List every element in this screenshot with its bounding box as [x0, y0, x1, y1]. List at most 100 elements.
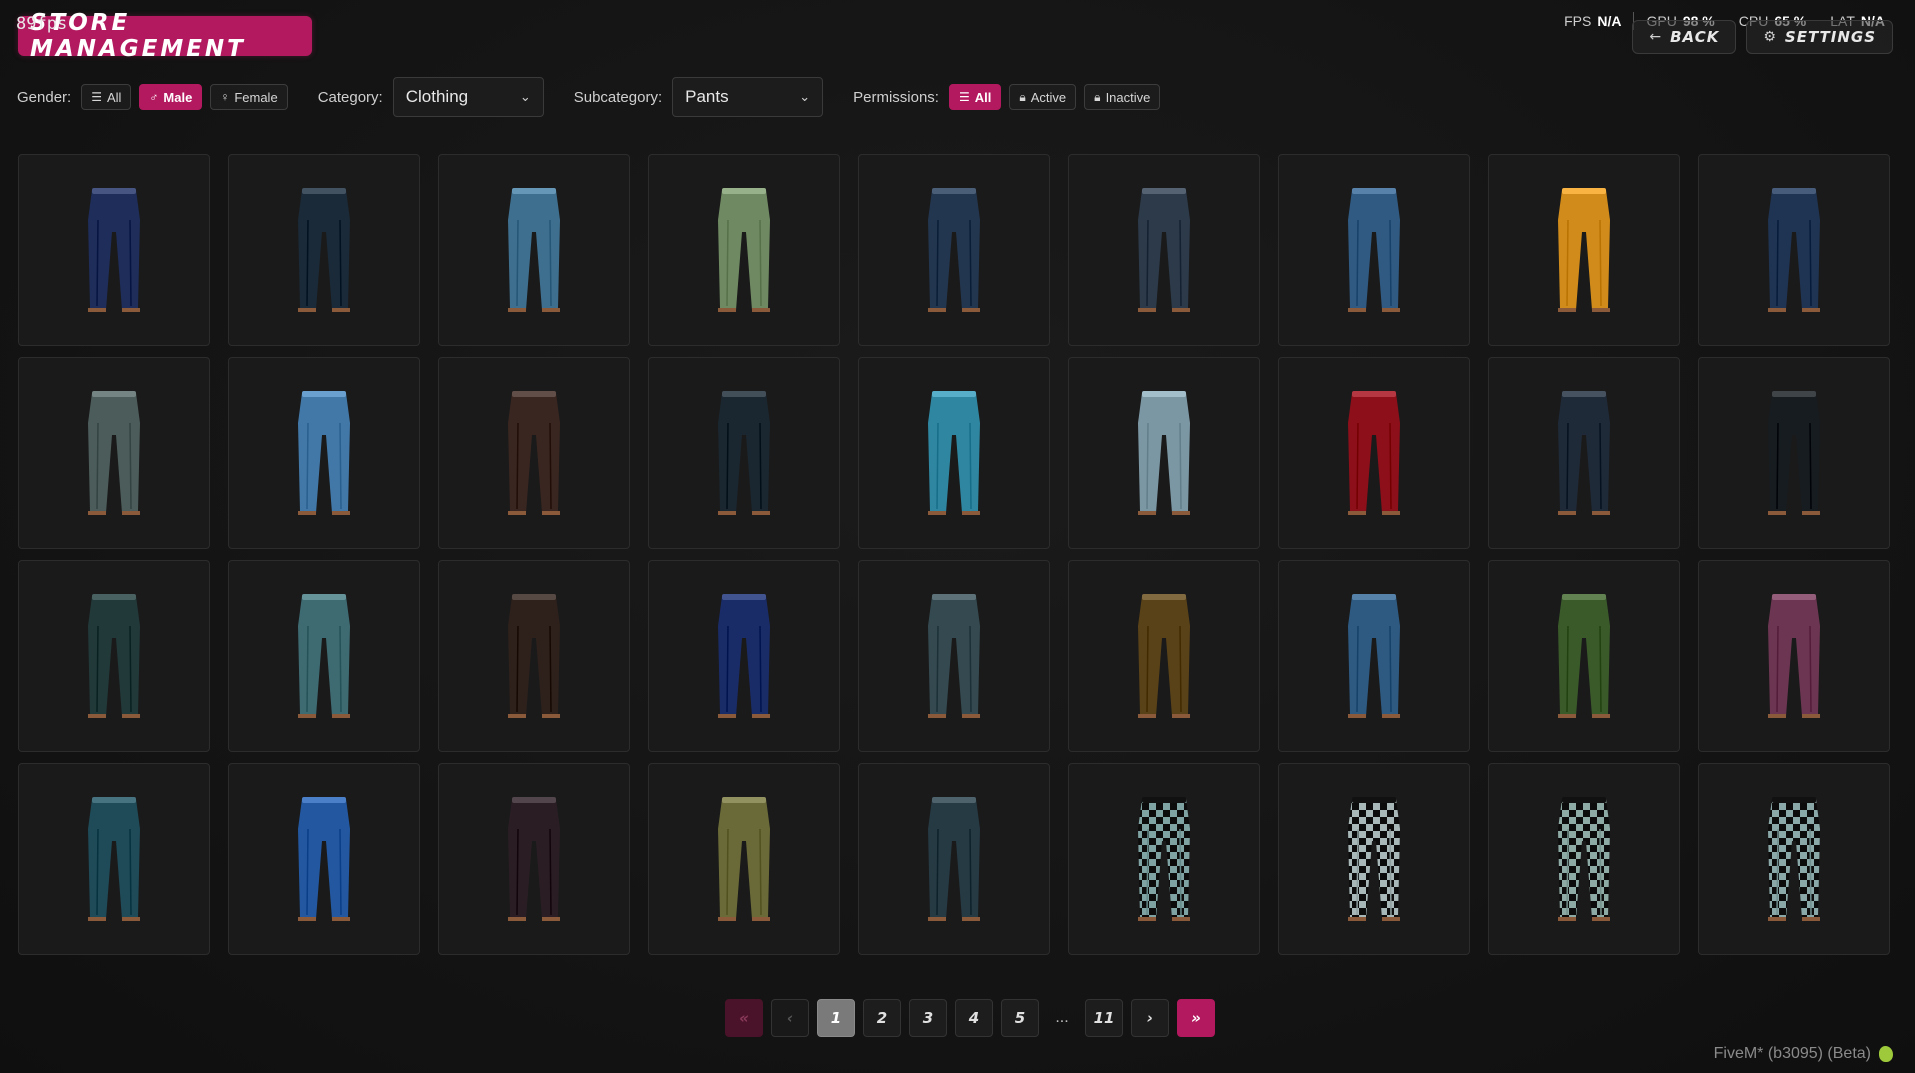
- next-page-button[interactable]: ›: [1131, 999, 1169, 1037]
- item-tile[interactable]: [228, 154, 420, 346]
- item-tile[interactable]: [648, 154, 840, 346]
- arrow-left-icon: ←: [1649, 29, 1663, 45]
- pants-icon: [1558, 594, 1610, 718]
- prev-page-button[interactable]: ‹: [771, 999, 809, 1037]
- pants-icon: [1138, 391, 1190, 515]
- pants-icon: [508, 797, 560, 921]
- subcategory-select[interactable]: Pants ⌄: [672, 77, 824, 117]
- pants-icon: [88, 594, 140, 718]
- item-tile[interactable]: [1698, 357, 1890, 549]
- lock-icon: 🔒︎: [1094, 89, 1101, 104]
- back-button[interactable]: ← BACK: [1632, 20, 1737, 54]
- pants-icon: [298, 188, 350, 312]
- item-tile[interactable]: [648, 357, 840, 549]
- item-tile[interactable]: [1278, 763, 1470, 955]
- category-select[interactable]: Clothing ⌄: [392, 77, 544, 117]
- male-icon: ♂: [149, 90, 159, 104]
- item-tile[interactable]: [18, 154, 210, 346]
- gear-icon: ⚙: [1763, 29, 1777, 45]
- gender-male-button[interactable]: ♂ Male: [139, 84, 203, 110]
- item-tile[interactable]: [438, 560, 630, 752]
- item-tile[interactable]: [1068, 763, 1260, 955]
- item-tile[interactable]: [1698, 560, 1890, 752]
- category-label: Category:: [317, 88, 383, 106]
- item-tile[interactable]: [228, 560, 420, 752]
- item-tile[interactable]: [1698, 154, 1890, 346]
- pants-icon: [1348, 188, 1400, 312]
- item-grid: [18, 154, 1890, 955]
- item-tile[interactable]: [1278, 357, 1470, 549]
- pants-icon: [88, 188, 140, 312]
- permission-inactive-button[interactable]: 🔒︎ Inactive: [1084, 84, 1161, 110]
- pants-icon: [1138, 797, 1190, 921]
- item-tile[interactable]: [18, 357, 210, 549]
- item-tile[interactable]: [1068, 154, 1260, 346]
- pants-icon: [928, 391, 980, 515]
- pagination: « ‹ 1 2 3 4 5 ... 11 › »: [725, 999, 1215, 1037]
- item-tile[interactable]: [438, 763, 630, 955]
- item-tile[interactable]: [858, 154, 1050, 346]
- permissions-label: Permissions:: [853, 88, 939, 106]
- item-tile[interactable]: [18, 560, 210, 752]
- pants-icon: [1348, 797, 1400, 921]
- gender-label: Gender:: [17, 88, 72, 106]
- pants-icon: [88, 391, 140, 515]
- item-tile[interactable]: [18, 763, 210, 955]
- item-tile[interactable]: [858, 357, 1050, 549]
- item-tile[interactable]: [438, 154, 630, 346]
- settings-button[interactable]: ⚙ SETTINGS: [1746, 20, 1893, 54]
- item-tile[interactable]: [228, 357, 420, 549]
- first-page-button[interactable]: «: [725, 999, 763, 1037]
- pants-icon: [508, 391, 560, 515]
- pants-icon: [1768, 797, 1820, 921]
- list-icon: ☰: [91, 90, 102, 104]
- permission-active-button[interactable]: 🔒︎ Active: [1009, 84, 1077, 110]
- permission-all-button[interactable]: ☰ All: [948, 84, 1002, 110]
- item-tile[interactable]: [648, 763, 840, 955]
- item-tile[interactable]: [1698, 763, 1890, 955]
- pants-icon: [1138, 188, 1190, 312]
- pants-icon: [718, 188, 770, 312]
- pants-icon: [928, 594, 980, 718]
- item-tile[interactable]: [1488, 560, 1680, 752]
- perf-fps: FPS N/A: [1564, 13, 1622, 29]
- item-tile[interactable]: [1068, 357, 1260, 549]
- page-button-1[interactable]: 1: [817, 999, 855, 1037]
- item-tile[interactable]: [228, 763, 420, 955]
- page-button-5[interactable]: 5: [1001, 999, 1039, 1037]
- pants-icon: [1558, 391, 1610, 515]
- pants-icon: [1768, 391, 1820, 515]
- page-button-11[interactable]: 11: [1085, 999, 1123, 1037]
- pants-icon: [1558, 188, 1610, 312]
- page-button-2[interactable]: 2: [863, 999, 901, 1037]
- pants-icon: [508, 594, 560, 718]
- item-tile[interactable]: [1278, 560, 1470, 752]
- pants-icon: [718, 594, 770, 718]
- pants-icon: [928, 797, 980, 921]
- pants-icon: [718, 391, 770, 515]
- filter-bar: Gender: ☰ All ♂ Male ♀ Female Category: Clo…: [17, 77, 1161, 117]
- gender-all-button[interactable]: ☰ All: [81, 84, 132, 110]
- item-tile[interactable]: [438, 357, 630, 549]
- item-tile[interactable]: [858, 763, 1050, 955]
- subcategory-label: Subcategory:: [573, 88, 663, 106]
- item-tile[interactable]: [858, 560, 1050, 752]
- last-page-button[interactable]: »: [1177, 999, 1215, 1037]
- page-button-4[interactable]: 4: [955, 999, 993, 1037]
- page-button-3[interactable]: 3: [909, 999, 947, 1037]
- fivem-lemon-icon: [1879, 1046, 1893, 1062]
- gender-female-button[interactable]: ♀ Female: [210, 84, 288, 110]
- pants-icon: [1768, 188, 1820, 312]
- chevron-down-icon: ⌄: [799, 89, 811, 104]
- item-tile[interactable]: [1488, 154, 1680, 346]
- pants-icon: [1558, 797, 1610, 921]
- pants-icon: [298, 594, 350, 718]
- item-tile[interactable]: [1488, 763, 1680, 955]
- fps-counter: 89fps: [16, 14, 68, 34]
- item-tile[interactable]: [648, 560, 840, 752]
- pants-icon: [508, 188, 560, 312]
- item-tile[interactable]: [1068, 560, 1260, 752]
- pants-icon: [298, 797, 350, 921]
- item-tile[interactable]: [1278, 154, 1470, 346]
- item-tile[interactable]: [1488, 357, 1680, 549]
